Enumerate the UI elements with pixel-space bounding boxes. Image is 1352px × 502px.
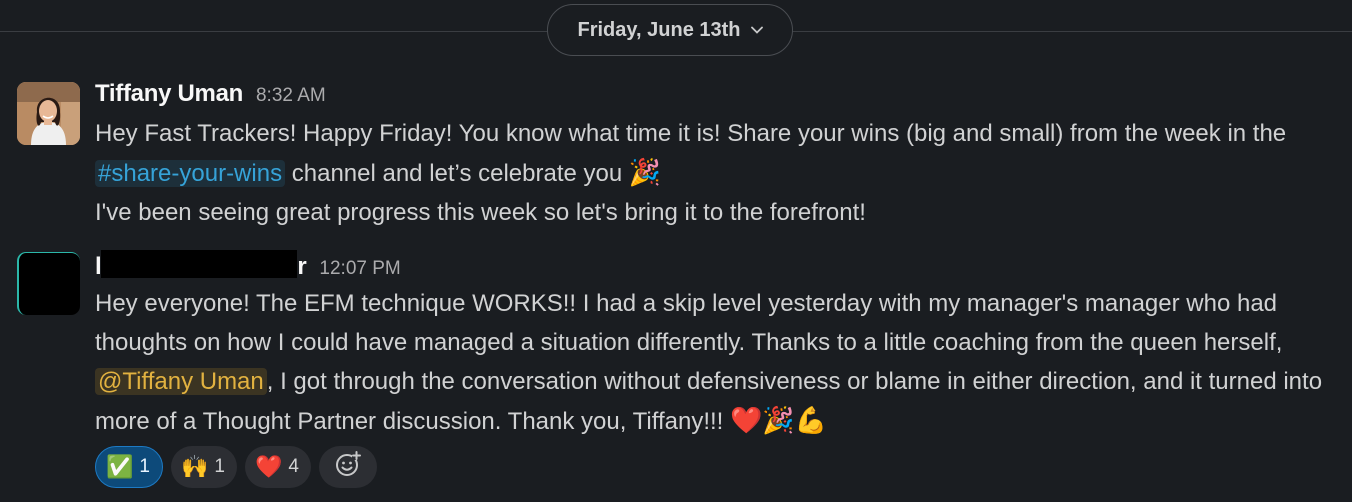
- channel-link[interactable]: #share-your-wins: [95, 160, 286, 187]
- message-text: Hey Fast Trackers! Happy Friday! You kno…: [95, 114, 1340, 193]
- author-name-suffix: r: [297, 253, 307, 280]
- user-mention[interactable]: @Tiffany Uman: [95, 368, 267, 395]
- check-mark-emoji: ✅: [106, 454, 134, 479]
- reaction-count: 4: [288, 456, 299, 477]
- date-label: Friday, June 13th: [577, 18, 741, 41]
- message-text-part: Hey Fast Trackers! Happy Friday! You kno…: [95, 120, 1287, 147]
- add-reaction-button[interactable]: [318, 446, 377, 488]
- message-body: Hey Fast Trackers! Happy Friday! You kno…: [95, 114, 1340, 232]
- author-name[interactable]: Tiffany Uman: [95, 80, 243, 108]
- message-text-part: Hey everyone! The EFM technique WORKS!! …: [95, 290, 1283, 356]
- reactions-bar: ✅ 1 🙌 1 ❤️ 4: [95, 446, 377, 488]
- chevron-down-icon: [750, 22, 763, 37]
- message-header: Tiffany Uman 8:32 AM: [95, 80, 326, 112]
- message-text: I've been seeing great progress this wee…: [95, 199, 866, 226]
- avatar[interactable]: [17, 82, 80, 145]
- reaction-count: 1: [139, 456, 150, 477]
- message-text-part: , I got through the conversation without…: [95, 368, 1323, 435]
- party-popper-emoji: 🎉: [628, 157, 662, 187]
- reaction-count: 1: [214, 456, 225, 477]
- message-text-part: channel and let’s celebrate you: [285, 160, 629, 187]
- reaction-raised-hands[interactable]: 🙌 1: [170, 446, 237, 488]
- date-divider-button[interactable]: Friday, June 13th: [547, 4, 793, 56]
- message-pane: Friday, June 13th Tiffany Uman 8:32 AM H…: [0, 0, 1352, 502]
- message-body: Hey everyone! The EFM technique WORKS!! …: [95, 284, 1340, 441]
- message-timestamp[interactable]: 8:32 AM: [256, 85, 326, 107]
- reaction-heart[interactable]: ❤️ 4: [244, 446, 311, 488]
- reaction-check[interactable]: ✅ 1: [95, 446, 163, 488]
- raised-hands-emoji: 🙌: [180, 454, 209, 479]
- message-text: Hey everyone! The EFM technique WORKS!! …: [95, 284, 1340, 441]
- message-emojis: ❤️🎉💪: [730, 405, 828, 435]
- message-timestamp[interactable]: 12:07 PM: [319, 258, 400, 280]
- avatar[interactable]: [17, 252, 80, 315]
- redacted-block: [101, 250, 298, 278]
- author-name[interactable]: lr: [95, 250, 307, 281]
- message-header: lr 12:07 PM: [95, 250, 401, 282]
- add-reaction-icon: [334, 450, 362, 484]
- heart-emoji: ❤️: [254, 454, 283, 479]
